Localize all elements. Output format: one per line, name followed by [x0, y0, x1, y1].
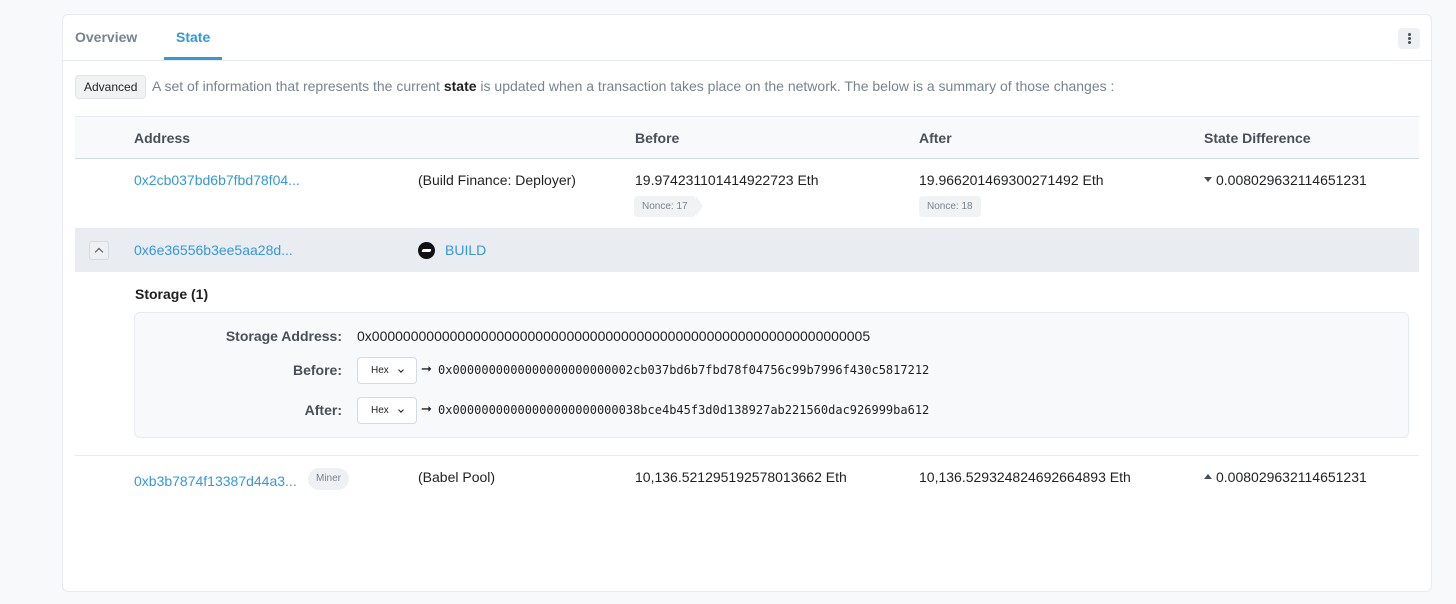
chevron-down-icon [398, 367, 404, 373]
more-options-icon[interactable] [1398, 28, 1420, 49]
decrease-arrow-icon [1204, 176, 1212, 182]
chevron-down-icon [398, 407, 404, 413]
before-format-value: Hex [371, 365, 389, 376]
row-address-link[interactable]: 0x6e36556b3ee5aa28d... [134, 242, 293, 258]
row-name: (Babel Pool) [418, 469, 496, 485]
storage-address-value: 0x00000000000000000000000000000000000000… [357, 328, 871, 344]
storage-before-value: 0x0000000000000000000000002cb037bd6b7fbd… [438, 363, 930, 377]
state-difference-value: 0.008029632114651231 [1216, 172, 1367, 188]
after-format-select[interactable]: Hex [357, 397, 417, 424]
after-nonce-badge: Nonce: 18 [919, 196, 981, 217]
row-divider [75, 455, 1419, 456]
column-after: After [919, 130, 952, 146]
row-name: (Build Finance: Deployer) [418, 172, 576, 188]
before-nonce-badge: Nonce: 17 [634, 196, 703, 217]
build-token-icon [418, 242, 435, 259]
intro-text-before: A set of information that represents the… [152, 78, 440, 94]
intro-text: A set of information that represents the… [152, 78, 1114, 94]
state-difference-value: 0.008029632114651231 [1216, 469, 1367, 485]
row-before-balance: 10,136.521295192578013662 Eth [635, 469, 847, 485]
row-state-difference: 0.008029632114651231 [1204, 469, 1367, 485]
column-state-difference: State Difference [1204, 130, 1311, 146]
before-format-select[interactable]: Hex [357, 357, 417, 384]
storage-address-label: Storage Address: [225, 328, 342, 344]
table-header: Address Before After State Difference [75, 116, 1419, 159]
arrow-right-icon: ➞ [421, 401, 432, 416]
tab-state[interactable]: State [176, 29, 210, 45]
intro-text-after: is updated when a transaction takes plac… [480, 78, 1115, 94]
intro-row: Advanced A set of information that repre… [75, 75, 1415, 99]
row-before-balance: 19.974231101414922723 Eth [635, 172, 819, 188]
column-before: Before [635, 130, 680, 146]
state-card: Overview State Advanced A set of informa… [62, 14, 1432, 592]
row-after-balance: 10,136.529324824692664893 Eth [919, 469, 1131, 485]
arrow-right-icon: ➞ [421, 361, 432, 376]
increase-arrow-icon [1204, 473, 1212, 479]
tab-overview[interactable]: Overview [75, 29, 137, 45]
active-tab-indicator [164, 57, 222, 60]
advanced-badge[interactable]: Advanced [75, 75, 147, 99]
intro-text-bold: state [443, 78, 477, 94]
storage-after-value: 0x00000000000000000000000038bce4b45f3d0d… [438, 403, 930, 417]
column-address: Address [134, 130, 191, 146]
token-link[interactable]: BUILD [445, 242, 486, 258]
storage-panel: Storage Address: 0x000000000000000000000… [134, 312, 1409, 438]
storage-after-label: After: [304, 402, 342, 418]
row-state-difference: 0.008029632114651231 [1204, 172, 1367, 188]
storage-before-label: Before: [292, 362, 342, 378]
miner-badge: Miner [308, 468, 350, 490]
row-address-link[interactable]: 0xb3b7874f13387d44a3... [134, 473, 297, 489]
table-row-expanded: 0x6e36556b3ee5aa28d... BUILD [75, 229, 1419, 272]
after-format-value: Hex [371, 405, 389, 416]
storage-title: Storage (1) [135, 286, 209, 302]
row-after-balance: 19.966201469300271492 Eth [919, 172, 1104, 188]
row-address-link[interactable]: 0x2cb037bd6b7fbd78f04... [134, 172, 300, 188]
tab-bar: Overview State [63, 15, 1431, 61]
collapse-button[interactable] [89, 241, 109, 260]
